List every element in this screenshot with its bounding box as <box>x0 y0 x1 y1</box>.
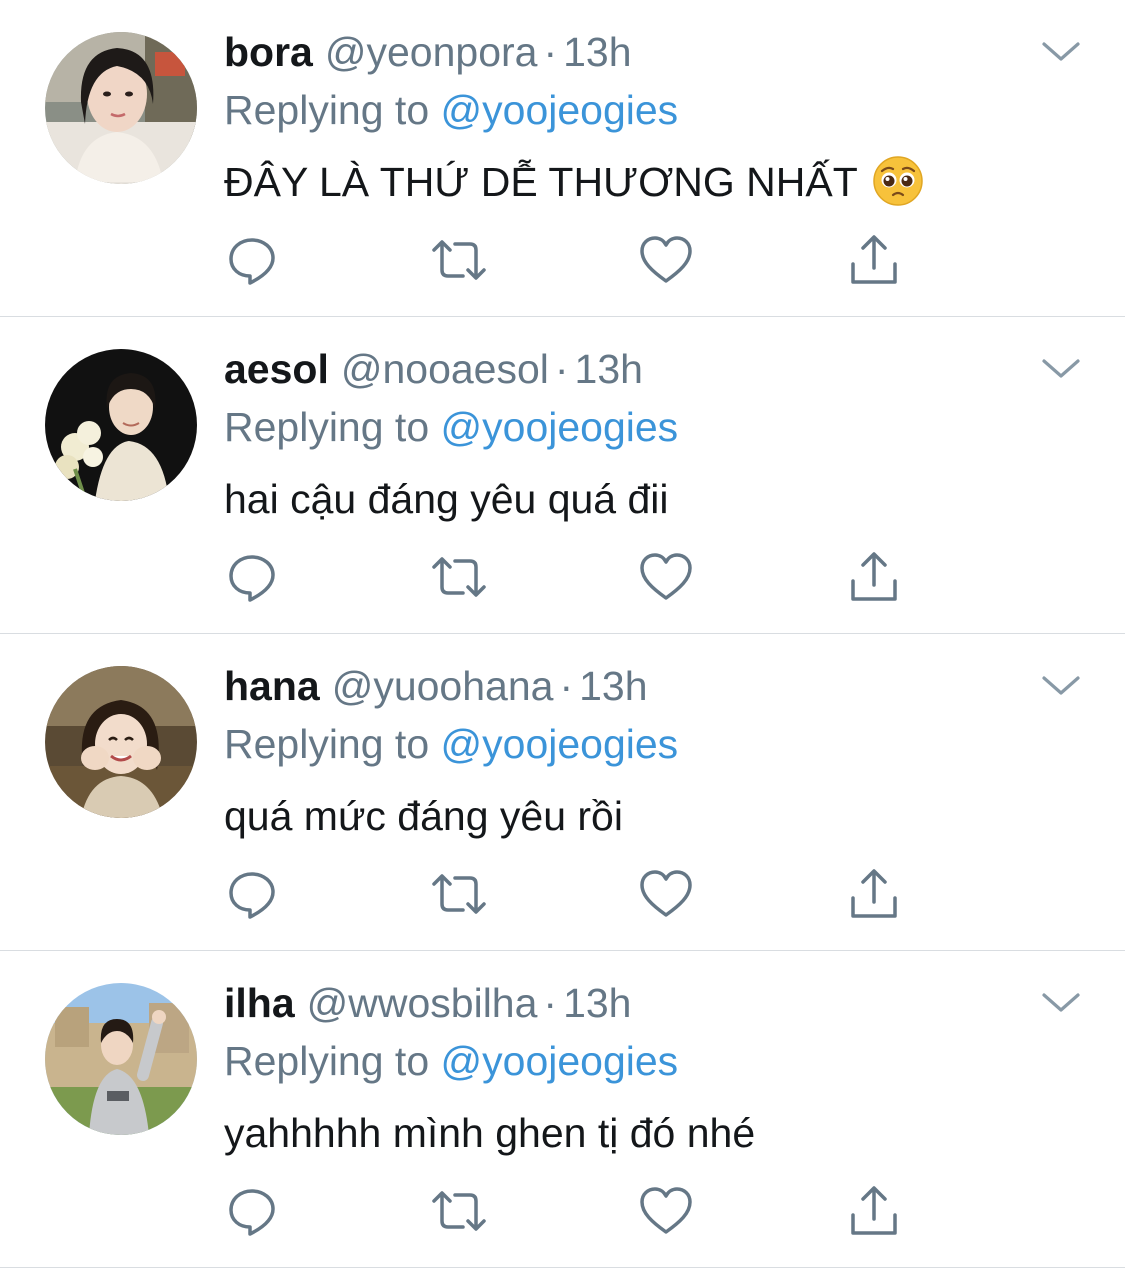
like-button[interactable] <box>638 866 694 922</box>
share-icon <box>851 235 897 284</box>
user-handle[interactable]: @yuoohana <box>332 663 554 709</box>
replying-to-label: Replying to <box>224 404 441 450</box>
avatar[interactable] <box>45 32 197 184</box>
reply-icon <box>229 1189 275 1236</box>
separator-dot: · <box>543 29 558 75</box>
timestamp[interactable]: 13h <box>563 980 631 1026</box>
retweet-icon <box>432 1191 486 1231</box>
reply-icon <box>229 238 275 285</box>
user-handle[interactable]: @yeonpora <box>325 29 538 75</box>
tweet-actions <box>0 549 1125 605</box>
tweet-text: yahhhhh mình ghen tị đó nhé <box>224 1105 755 1161</box>
replying-to-line: Replying to @yoojeogies <box>224 84 678 136</box>
replying-to-label: Replying to <box>224 721 441 767</box>
share-button[interactable] <box>846 232 902 288</box>
tweet-header: ilha @wwosbilha · 13h <box>224 977 631 1029</box>
reply-button[interactable] <box>224 866 280 922</box>
separator-dot: · <box>559 663 574 709</box>
share-button[interactable] <box>846 1183 902 1239</box>
reply-button[interactable] <box>224 1183 280 1239</box>
share-button[interactable] <box>846 549 902 605</box>
reply-icon <box>229 872 275 919</box>
retweet-icon <box>432 874 486 914</box>
tweet-actions <box>0 232 1125 288</box>
share-button[interactable] <box>846 866 902 922</box>
avatar[interactable] <box>45 666 197 818</box>
replying-to-line: Replying to @yoojeogies <box>224 718 678 770</box>
chevron-down-icon[interactable] <box>1040 987 1082 1017</box>
tweet-text-content: yahhhhh mình ghen tị đó nhé <box>224 1110 756 1156</box>
retweet-icon <box>432 240 486 280</box>
reply-button[interactable] <box>224 549 280 605</box>
tweet-text: quá mức đáng yêu rồi <box>224 788 623 844</box>
replying-to-label: Replying to <box>224 87 441 133</box>
heart-icon <box>640 870 692 917</box>
replying-to-link[interactable]: @yoojeogies <box>441 87 679 133</box>
chevron-down-icon[interactable] <box>1040 353 1082 383</box>
avatar[interactable] <box>45 349 197 501</box>
tweet-header: aesol @nooaesol · 13h <box>224 343 643 395</box>
tweet-header: hana @yuoohana · 13h <box>224 660 648 712</box>
heart-icon <box>640 553 692 600</box>
like-button[interactable] <box>638 232 694 288</box>
tweet[interactable]: ilha @wwosbilha · 13h Replying to @yoojeogi… <box>0 951 1125 1268</box>
retweet-icon <box>432 557 486 597</box>
like-button[interactable] <box>638 1183 694 1239</box>
reply-button[interactable] <box>224 232 280 288</box>
display-name[interactable]: ilha <box>224 980 295 1026</box>
user-handle[interactable]: @nooaesol <box>341 346 549 392</box>
tweet-actions <box>0 866 1125 922</box>
share-icon <box>851 869 897 918</box>
tweet-text-content: hai cậu đáng yêu quá đii <box>224 476 669 522</box>
heart-icon <box>640 236 692 283</box>
display-name[interactable]: hana <box>224 663 320 709</box>
pleading-face-emoji <box>873 156 923 206</box>
reply-icon <box>229 555 275 602</box>
heart-icon <box>640 1187 692 1234</box>
tweet-actions <box>0 1183 1125 1239</box>
share-icon <box>851 1186 897 1235</box>
replying-to-link[interactable]: @yoojeogies <box>441 721 679 767</box>
replying-to-line: Replying to @yoojeogies <box>224 1035 678 1087</box>
retweet-button[interactable] <box>431 232 487 288</box>
replying-to-link[interactable]: @yoojeogies <box>441 404 679 450</box>
tweet[interactable]: hana @yuoohana · 13h Replying to @yoojeogie… <box>0 634 1125 951</box>
display-name[interactable]: aesol <box>224 346 329 392</box>
retweet-button[interactable] <box>431 1183 487 1239</box>
separator-dot: · <box>554 346 569 392</box>
replying-to-link[interactable]: @yoojeogies <box>441 1038 679 1084</box>
separator-dot: · <box>543 980 558 1026</box>
tweet[interactable]: bora @yeonpora · 13h Replying to @yoojeogie… <box>0 0 1125 317</box>
retweet-button[interactable] <box>431 549 487 605</box>
display-name[interactable]: bora <box>224 29 313 75</box>
tweet[interactable]: aesol @nooaesol · 13h Replying to @yoojeogi… <box>0 317 1125 634</box>
tweet-text: hai cậu đáng yêu quá đii <box>224 471 669 527</box>
tweet-header: bora @yeonpora · 13h <box>224 26 632 78</box>
replying-to-line: Replying to @yoojeogies <box>224 401 678 453</box>
chevron-down-icon[interactable] <box>1040 670 1082 700</box>
timestamp[interactable]: 13h <box>575 346 643 392</box>
timestamp[interactable]: 13h <box>563 29 631 75</box>
tweet-text-content: quá mức đáng yêu rồi <box>224 793 623 839</box>
timestamp[interactable]: 13h <box>579 663 647 709</box>
like-button[interactable] <box>638 549 694 605</box>
replying-to-label: Replying to <box>224 1038 441 1084</box>
tweet-text: ĐÂY LÀ THỨ DỄ THƯƠNG NHẤT <box>224 154 924 210</box>
tweet-text-content: ĐÂY LÀ THỨ DỄ THƯƠNG NHẤT <box>224 159 858 205</box>
chevron-down-icon[interactable] <box>1040 36 1082 66</box>
share-icon <box>851 552 897 601</box>
user-handle[interactable]: @wwosbilha <box>307 980 538 1026</box>
avatar[interactable] <box>45 983 197 1135</box>
retweet-button[interactable] <box>431 866 487 922</box>
